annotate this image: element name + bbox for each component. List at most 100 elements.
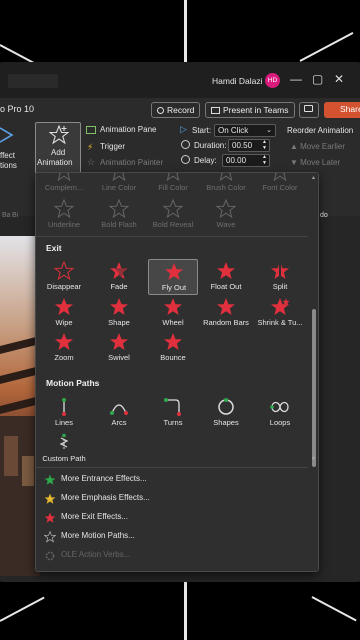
effect-arcs[interactable]: Arcs	[94, 395, 144, 431]
effect-shape[interactable]: Shape	[94, 295, 144, 331]
effect-shapes[interactable]: Shapes	[201, 395, 251, 431]
bold-flash-icon	[108, 198, 130, 219]
effect-options-label[interactable]: ffect	[0, 151, 15, 160]
start-value: On Click	[218, 126, 249, 135]
effect-fly-out[interactable]: Fly Out	[148, 259, 198, 295]
app-title: o Pro 10	[0, 104, 35, 114]
effect-label: Shapes	[213, 418, 239, 427]
effect-lines[interactable]: Lines	[39, 395, 89, 431]
scroll-thumb[interactable]	[312, 309, 316, 467]
add-animation-label-2: Animation	[37, 158, 73, 167]
star-icon	[44, 511, 56, 523]
effect-label: Brush Color	[206, 183, 246, 192]
exit-star-shape-icon	[109, 297, 129, 317]
effect-label: Wave	[216, 220, 236, 229]
line-color-icon	[109, 173, 129, 182]
lightning-icon: ⚡	[87, 142, 94, 152]
painter-star-icon: ☆	[87, 157, 96, 167]
effect-custom-path[interactable]: Custom Path	[39, 431, 89, 467]
effect-random-bars[interactable]: Random Bars	[201, 295, 251, 331]
menu-item-more-exit-effects[interactable]: More Exit Effects...	[42, 509, 302, 526]
menu-item-label: OLE Action Verbs...	[61, 550, 131, 559]
slide-photo-pagoda[interactable]	[0, 236, 40, 576]
gallery-scrollbar[interactable]: ▲ ▼	[309, 173, 318, 571]
close-button[interactable]: ✕	[334, 72, 344, 86]
effect-line-color: Line Color	[94, 173, 144, 196]
teams-icon	[211, 107, 220, 114]
comments-button[interactable]	[299, 102, 319, 118]
star-icon	[44, 473, 56, 485]
effect-label: Complem...	[44, 183, 84, 192]
add-animation-button[interactable]: Add Animation	[35, 122, 81, 174]
delay-spinner-icon[interactable]: ▲ ▼	[262, 154, 267, 166]
frame-line-bottom-right	[311, 596, 357, 622]
effect-complem: Complem...	[39, 173, 89, 196]
share-label: Share	[340, 104, 360, 114]
duration-spinner-icon[interactable]: ▲ ▼	[262, 139, 267, 151]
effect-options-label-2[interactable]: tions	[0, 161, 17, 170]
delay-label: Delay:	[194, 156, 217, 165]
menu-item-label: More Motion Paths...	[61, 531, 135, 540]
exit-star-fly-out-icon	[164, 262, 184, 282]
menu-item-more-emphasis-effects[interactable]: More Emphasis Effects...	[42, 490, 302, 507]
effect-fade[interactable]: Fade	[94, 259, 144, 295]
effect-label: Arcs	[111, 418, 127, 427]
menu-divider	[36, 467, 308, 468]
effect-loops[interactable]: Loops	[255, 395, 305, 431]
clock-icon	[181, 140, 190, 149]
effect-wipe[interactable]: Wipe	[39, 295, 89, 331]
effect-disappear[interactable]: Disappear	[39, 259, 89, 295]
effect-float-out[interactable]: Float Out	[201, 259, 251, 295]
delay-input[interactable]: 00.00 ▲ ▼	[222, 154, 270, 167]
effect-wheel[interactable]: Wheel	[148, 295, 198, 331]
menu-item-more-entrance-effects[interactable]: More Entrance Effects...	[42, 471, 302, 488]
effect-swivel[interactable]: Swivel	[94, 330, 144, 366]
menu-item-label: More Exit Effects...	[61, 512, 128, 521]
effect-zoom[interactable]: Zoom	[39, 330, 89, 366]
screen-recording-frame: Hamdi Dalazi HD — ▢ ✕ o Pro 10 Record Pr…	[0, 0, 360, 640]
user-name: Hamdi Dalazi	[212, 76, 263, 86]
effect-label: Underline	[47, 220, 81, 229]
record-button[interactable]: Record	[151, 102, 201, 118]
motion-path-arcs-icon	[109, 397, 129, 417]
frame-line-bottom-center	[184, 582, 187, 640]
effect-turns[interactable]: Turns	[148, 395, 198, 431]
underline-icon	[53, 198, 75, 219]
section-divider	[36, 236, 308, 237]
effect-bold-flash: Bold Flash	[94, 197, 144, 233]
animation-gallery: Complem... Line Color Fill Color Brush Colo…	[35, 172, 319, 572]
avatar[interactable]: HD	[265, 73, 280, 88]
scroll-up-icon[interactable]: ▲	[311, 175, 316, 181]
exit-star-wipe-icon	[54, 297, 74, 317]
effect-wave: Wave	[201, 197, 251, 233]
effect-label: Swivel	[108, 353, 130, 362]
effect-bold-reveal: Bold Reveal	[148, 197, 198, 233]
side-label-2: do	[320, 212, 328, 219]
trigger-label: Trigger	[100, 142, 126, 151]
quick-access-area	[8, 74, 58, 88]
comment-icon	[304, 105, 313, 112]
present-in-teams-button[interactable]: Present in Teams	[205, 102, 295, 118]
start-label: Start:	[192, 126, 212, 135]
scroll-down-icon[interactable]: ▼	[311, 456, 316, 462]
share-button[interactable]: Share	[324, 102, 360, 118]
effect-label: Zoom	[54, 353, 74, 362]
star-icon	[43, 530, 57, 543]
maximize-button[interactable]: ▢	[312, 72, 323, 86]
wave-icon	[215, 198, 237, 219]
effect-split[interactable]: Split	[255, 259, 305, 295]
exit-star-split-icon	[270, 261, 290, 281]
move-earlier-button[interactable]: ▲ Move Earlier	[290, 142, 345, 151]
pagoda-silhouette	[0, 336, 40, 576]
minimize-button[interactable]: —	[290, 72, 302, 86]
star-icon	[44, 492, 56, 504]
start-dropdown[interactable]: On Click ⌄	[214, 124, 276, 137]
chevron-down-icon: ⌄	[266, 127, 272, 134]
effect-label: Fill Color	[158, 183, 188, 192]
effect-label: Disappear	[46, 282, 82, 291]
effect-shrink-tu[interactable]: Shrink & Tu...	[255, 295, 305, 331]
effect-bounce[interactable]: Bounce	[148, 330, 198, 366]
menu-item-more-motion-paths[interactable]: More Motion Paths...	[42, 528, 302, 545]
duration-input[interactable]: 00.50 ▲ ▼	[228, 139, 270, 152]
move-later-button[interactable]: ▼ Move Later	[290, 158, 340, 167]
